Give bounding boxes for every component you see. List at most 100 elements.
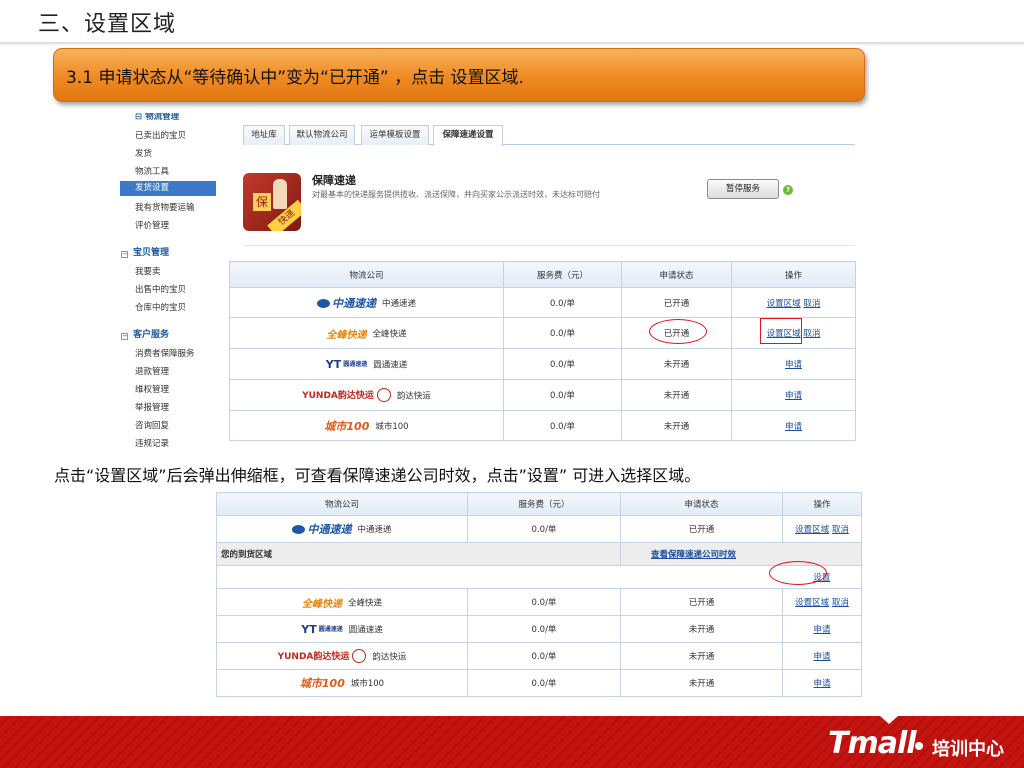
fee-cell: 0.0/单 — [467, 588, 621, 616]
set-region-link[interactable]: 设置区域 — [767, 299, 801, 309]
column-header: 操作 — [782, 492, 862, 516]
column-header: 物流公司 — [216, 492, 468, 516]
apply-link[interactable]: 申请 — [785, 391, 802, 401]
step-banner-text: 3.1 申请状态从“等待确认中”变为“已开通” ，点击 设置区域. — [66, 68, 524, 88]
slide: 三、设置区域 3.1 申请状态从“等待确认中”变为“已开通” ，点击 设置区域.… — [0, 0, 1024, 768]
status-cell: 已开通 — [620, 515, 783, 543]
city100-logo: 城市100 — [299, 677, 345, 690]
column-header: 申请状态 — [620, 492, 783, 516]
sidebar-section-heading[interactable]: − 宝贝管理 — [121, 245, 169, 258]
set-region-link[interactable]: 设置区域 — [795, 525, 829, 535]
region-body-row: 设置 — [216, 565, 862, 589]
fee-cell: 0.0/单 — [503, 287, 622, 318]
fee-cell: 0.0/单 — [503, 410, 622, 441]
column-header: 物流公司 — [229, 261, 504, 288]
sidebar-item[interactable]: 维权管理 — [135, 383, 169, 395]
help-icon[interactable]: ? — [783, 185, 793, 195]
status-cell: 未开通 — [621, 348, 732, 380]
insured-express-panel: 保 快递 保障速递 对最基本的快递服务提供揽收、派送保障，并向买家公示派送时效，… — [243, 158, 855, 246]
table-row: YUNDA韵达快运 韵达快运 0.0/单 未开通 申请 — [229, 379, 856, 411]
carrier-table: 物流公司 服务费（元） 申请状态 操作 中通速递 中通速递 0.0/单 已开通 设… — [229, 261, 856, 441]
sidebar-item[interactable]: 评价管理 — [135, 219, 169, 231]
apply-link[interactable]: 申请 — [785, 360, 802, 370]
sidebar-item[interactable]: 出售中的宝贝 — [135, 283, 186, 295]
column-header: 申请状态 — [621, 261, 732, 288]
sidebar-item[interactable]: 退款管理 — [135, 365, 169, 377]
quanfeng-logo: 全峰快递 — [326, 329, 367, 341]
fee-cell: 0.0/单 — [467, 515, 621, 543]
sidebar-cut-heading: ⊟ 物流管理 — [135, 113, 180, 122]
sidebar-item[interactable]: 我有货物要运输 — [135, 201, 195, 213]
status-highlight-circle — [649, 319, 707, 344]
set-region-link[interactable]: 设置区域 — [795, 598, 829, 608]
fee-cell: 0.0/单 — [467, 642, 621, 670]
set-highlight-circle — [769, 561, 827, 585]
apply-link[interactable]: 申请 — [813, 679, 830, 689]
quanfeng-logo: 全峰快递 — [301, 598, 342, 610]
view-timeliness-link[interactable]: 查看保障速递公司时效 — [620, 542, 862, 566]
apply-link[interactable]: 申请 — [785, 422, 802, 432]
insured-express-name: 保障速递 — [312, 174, 356, 187]
training-center-label: 培训中心 — [932, 739, 1004, 760]
yto-logo: YT 圆通速递 — [301, 622, 343, 636]
cancel-link[interactable]: 取消 — [803, 329, 820, 339]
fee-cell: 0.0/单 — [503, 348, 622, 380]
slide-title: 三、设置区域 — [38, 12, 177, 37]
status-cell: 已开通 — [621, 287, 732, 318]
sidebar-item[interactable]: 咨询回复 — [135, 419, 169, 431]
table-row: YUNDA韵达快运 韵达快运 0.0/单 未开通 申请 — [216, 642, 862, 670]
sidebar-item[interactable]: 物流工具 — [135, 165, 169, 177]
fee-cell: 0.0/单 — [503, 317, 622, 349]
sidebar-item[interactable]: 消费者保障服务 — [135, 347, 195, 359]
fee-cell: 0.0/单 — [467, 669, 621, 697]
yunda-logo: YUNDA韵达快运 — [278, 649, 367, 664]
tab-waybill-template[interactable]: 运单模板设置 — [361, 125, 429, 145]
sidebar-item[interactable]: 举报管理 — [135, 401, 169, 413]
fee-cell: 0.0/单 — [467, 615, 621, 643]
tmall-logo: Tmall — [828, 726, 917, 761]
tab-insured-express[interactable]: 保障速递设置 — [433, 125, 503, 146]
pause-service-button[interactable]: 暂停服务 — [707, 179, 779, 199]
status-cell: 未开通 — [621, 379, 732, 411]
tab-default-carrier[interactable]: 默认物流公司 — [289, 125, 355, 145]
region-header-row: 您的到货区域 查看保障速递公司时效 — [216, 542, 862, 566]
zto-logo: 中通速递 — [316, 295, 376, 311]
sidebar-item[interactable]: 发货 — [135, 147, 152, 159]
status-cell: 未开通 — [620, 642, 783, 670]
carrier-table-expanded: 物流公司 服务费（元） 申请状态 操作 中通速递 中通速递 0.0/单 已开通 设… — [216, 492, 862, 697]
sidebar-section-heading[interactable]: − 客户服务 — [121, 327, 169, 340]
table-row: YT 圆通速递 圆通速递 0.0/单 未开通 申请 — [229, 348, 856, 380]
cancel-link[interactable]: 取消 — [803, 299, 820, 309]
collapse-icon: − — [121, 332, 128, 340]
set-region-highlight-box — [760, 318, 802, 344]
apply-link[interactable]: 申请 — [813, 652, 830, 662]
table-row: 城市100 城市100 0.0/单 未开通 申请 — [216, 669, 862, 697]
region-label: 您的到货区域 — [216, 542, 621, 566]
sidebar-item-active[interactable]: 发货设置 — [120, 181, 216, 196]
cancel-link[interactable]: 取消 — [832, 598, 849, 608]
sidebar-item[interactable]: 违规记录 — [135, 437, 169, 448]
brand-separator-dot — [915, 742, 923, 750]
table-row: YT 圆通速递 圆通速递 0.0/单 未开通 申请 — [216, 615, 862, 643]
step-banner: 3.1 申请状态从“等待确认中”变为“已开通” ，点击 设置区域. — [53, 48, 865, 102]
footer-notch — [880, 716, 898, 724]
table-row: 中通速递 中通速递 0.0/单 已开通 设置区域 取消 — [216, 515, 862, 543]
table-row: 中通速递 中通速递 0.0/单 已开通 设置区域 取消 — [229, 287, 856, 318]
table-row: 城市100 城市100 0.0/单 未开通 申请 — [229, 410, 856, 441]
sidebar-item[interactable]: 已卖出的宝贝 — [135, 129, 186, 141]
column-header: 服务费（元） — [503, 261, 622, 288]
status-cell: 未开通 — [620, 615, 783, 643]
cancel-link[interactable]: 取消 — [832, 525, 849, 535]
column-header: 服务费（元） — [467, 492, 621, 516]
collapse-icon: − — [121, 250, 128, 258]
insured-express-description: 对最基本的快递服务提供揽收、派送保障，并向买家公示派送时效，未达标可赔付 — [312, 190, 600, 199]
zto-logo: 中通速递 — [292, 521, 351, 537]
settings-tabs: 地址库 默认物流公司 运单模板设置 保障速递设置 — [243, 125, 855, 146]
tab-address[interactable]: 地址库 — [243, 125, 285, 145]
sidebar-item[interactable]: 仓库中的宝贝 — [135, 301, 186, 313]
apply-link[interactable]: 申请 — [813, 625, 830, 635]
column-header: 操作 — [731, 261, 856, 288]
table-row: 全峰快递 全峰快递 0.0/单 已开通 设置区域 取消 — [216, 588, 862, 616]
sidebar-item[interactable]: 我要卖 — [135, 265, 161, 277]
city100-logo: 城市100 — [324, 419, 370, 433]
